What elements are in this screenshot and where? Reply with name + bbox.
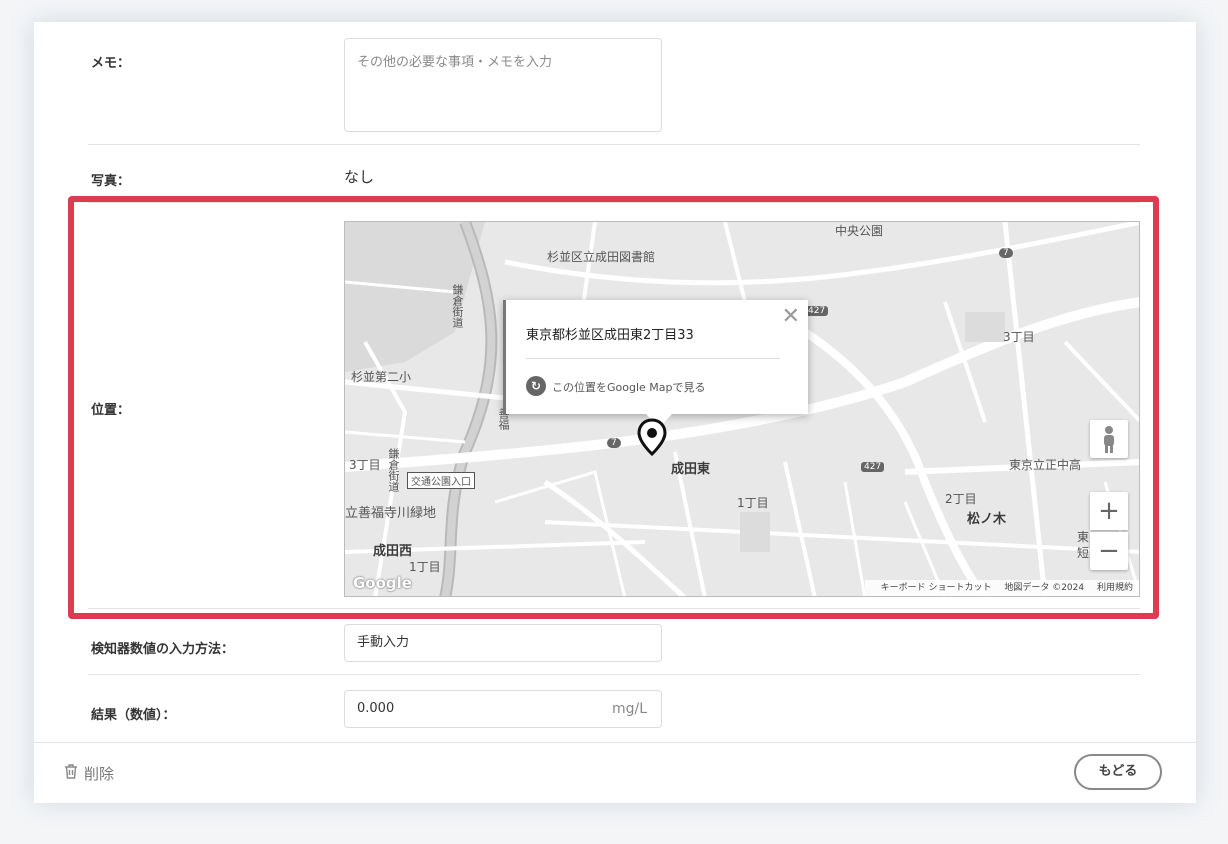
delete-button[interactable]: 削除 (64, 763, 114, 784)
memo-textarea[interactable]: その他の必要な事項・メモを入力 (344, 38, 662, 132)
delete-label: 削除 (84, 765, 115, 783)
map-label-3chome-right: 3丁目 (1003, 330, 1035, 344)
map-attribution: キーボード ショートカット 地図データ ©2024 利用規約 (864, 580, 1139, 596)
map-label-kamakura-road-2: 鎌倉街道 (387, 448, 400, 492)
popup-divider (526, 358, 780, 359)
location-label: 位置： (91, 403, 131, 418)
map-data-credit: 地図データ ©2024 (1004, 583, 1085, 593)
back-button[interactable]: もどる (1074, 754, 1162, 790)
popup-address: 東京都杉並区成田東2丁目33 (526, 328, 694, 343)
photo-row: 写真： なし (88, 144, 1140, 203)
route-7-shield-2: 7 (607, 438, 621, 448)
result-row: 結果（数値）： 0.000 mg/L (88, 674, 1140, 743)
photo-label: 写真： (91, 174, 131, 189)
map-label-narita-nishi: 成田西 (373, 544, 413, 559)
close-icon[interactable]: ✕ (782, 306, 800, 328)
terms-link[interactable]: 利用規約 (1097, 583, 1133, 593)
map-label-3chome-left: 3丁目 (349, 458, 381, 472)
google-map-link-icon[interactable]: ↻ (526, 376, 546, 396)
map-label-tan-fragment: 短 (1077, 546, 1090, 560)
google-logo: Google (353, 574, 412, 592)
map-label-zenpukuji-green: 立善福寺川緑地 (345, 506, 437, 521)
route-427-shield: 427 (805, 306, 829, 316)
zoom-in-button[interactable]: + (1090, 492, 1128, 530)
map-label-1chome-left: 1丁目 (409, 560, 441, 574)
map-label-matsunoki: 松ノ木 (967, 512, 1007, 527)
map-label-higashi-fragment: 東 (1077, 530, 1090, 544)
map-label-suginami-2nd: 杉並第二小 (351, 370, 412, 384)
route-427-shield-2: 427 (861, 462, 885, 472)
map-label-kotsu-koen: 交通公園入口 (407, 472, 475, 489)
map-label-library: 杉並区立成田図書館 (547, 250, 656, 264)
route-7-shield: 7 (999, 248, 1013, 258)
location-pin-icon (637, 418, 667, 456)
keyboard-shortcuts-link[interactable]: キーボード ショートカット (881, 583, 992, 593)
result-unit: mg/L (611, 701, 647, 717)
detector-label: 検知器数値の入力方法： (91, 642, 235, 657)
map-label-chuo-park: 中央公園 (835, 224, 884, 238)
zoom-out-button[interactable]: − (1090, 532, 1128, 570)
memo-label: メモ： (91, 56, 131, 71)
map-label-1chome-mid: 1丁目 (737, 496, 769, 510)
map-label-narita-higashi: 成田東 (671, 462, 711, 477)
map-label-kamakura-road: 鎌倉街道 (451, 284, 464, 328)
memo-row: メモ： その他の必要な事項・メモを入力 (88, 22, 1140, 145)
result-value: 0.000 (357, 701, 395, 716)
map-label-tokyo-seichu: 東京立正中高 (1009, 458, 1082, 472)
detector-row: 検知器数値の入力方法： 手動入力 (88, 608, 1140, 675)
footer-bar: 削除 もどる (34, 742, 1196, 803)
location-map[interactable]: 中央公園 杉並区立成田図書館 鎌倉街道 杉並第二小 善福 3丁目 鎌倉街道 交通… (344, 221, 1140, 597)
map-info-popup: 東京都杉並区成田東2丁目33 ✕ ↻ この位置をGoogle Mapで見る (503, 300, 808, 428)
result-value-field[interactable]: 0.000 mg/L (344, 690, 662, 728)
result-label: 結果（数値）： (91, 708, 176, 723)
detector-input-method-field[interactable]: 手動入力 (344, 624, 662, 662)
trash-icon (64, 764, 78, 783)
photo-value: なし (344, 168, 375, 186)
map-label-2chome: 2丁目 (945, 492, 977, 506)
google-map-link[interactable]: この位置をGoogle Mapで見る (552, 379, 706, 395)
street-view-pegman-icon[interactable] (1090, 420, 1128, 458)
